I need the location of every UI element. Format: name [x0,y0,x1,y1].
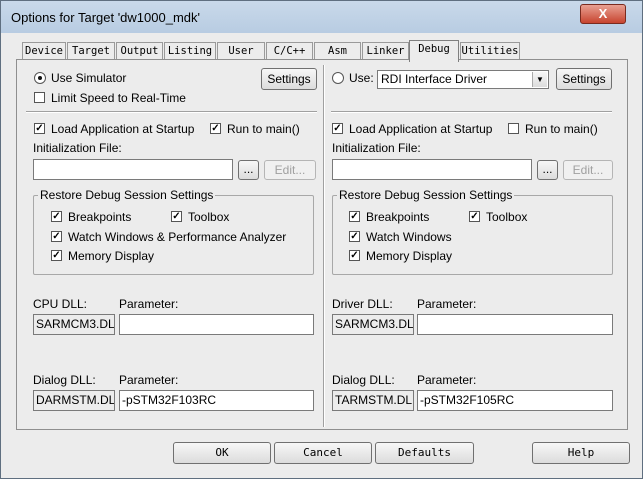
driver-dll-field[interactable]: SARMCM3.DLL [332,314,414,335]
tab-utilities[interactable]: Utilities [460,42,520,59]
cpu-parameter-field[interactable] [119,314,314,335]
left-watch-checkbox[interactable]: ✓ [51,231,62,242]
left-dialog-dll-label: Dialog DLL: [33,373,96,387]
defaults-button[interactable]: Defaults [375,442,474,464]
cpu-dll-label: CPU DLL: [33,297,88,311]
left-separator [26,111,317,113]
right-load-app-label: Load Application at Startup [349,122,493,136]
right-run-to-main-checkbox[interactable] [508,123,519,134]
left-init-file-label: Initialization File: [33,141,122,155]
right-breakpoints-checkbox[interactable]: ✓ [349,211,360,222]
chevron-down-icon[interactable]: ▼ [532,72,547,87]
close-button[interactable]: X [580,4,626,24]
tab-output[interactable]: Output [116,42,163,59]
right-load-app-checkbox[interactable]: ✓ [332,123,343,134]
ok-button[interactable]: OK [173,442,271,464]
left-init-file-input[interactable] [33,159,233,180]
cancel-button[interactable]: Cancel [274,442,372,464]
left-breakpoints-checkbox[interactable]: ✓ [51,211,62,222]
title-bar[interactable]: Options for Target 'dw1000_mdk' X [1,1,642,33]
right-toolbox-label: Toolbox [486,210,528,224]
driver-select-value: RDI Interface Driver [381,72,488,86]
use-driver-radio[interactable] [332,72,344,84]
options-dialog: Options for Target 'dw1000_mdk' X Device… [0,0,643,479]
right-memory-checkbox[interactable]: ✓ [349,250,360,261]
tab-user[interactable]: User [217,42,265,59]
tab-linker[interactable]: Linker [362,42,409,59]
use-simulator-radio[interactable] [34,72,46,84]
limit-speed-label: Limit Speed to Real-Time [51,91,186,105]
left-toolbox-checkbox[interactable]: ✓ [171,211,182,222]
tab-c-cpp[interactable]: C/C++ [266,42,313,59]
right-breakpoints-label: Breakpoints [366,210,430,224]
left-settings-button[interactable]: Settings [261,68,317,90]
radio-selected-dot [38,76,42,80]
right-watch-label: Watch Windows [366,230,452,244]
driver-select[interactable]: RDI Interface Driver ▼ [377,70,549,89]
right-init-file-label: Initialization File: [332,141,421,155]
tab-asm[interactable]: Asm [314,42,361,59]
right-settings-button[interactable]: Settings [556,68,612,90]
tab-device[interactable]: Device [22,42,66,59]
left-memory-checkbox[interactable]: ✓ [51,250,62,261]
right-watch-checkbox[interactable]: ✓ [349,231,360,242]
right-dialog-dll-field[interactable]: TARMSTM.DLL [332,390,414,411]
left-dialog-parameter-label: Parameter: [119,373,179,387]
cpu-parameter-label: Parameter: [119,297,179,311]
right-separator [331,111,612,113]
right-browse-button[interactable]: ... [537,160,558,180]
left-memory-label: Memory Display [68,249,155,263]
right-init-file-input[interactable] [332,159,532,180]
left-run-to-main-checkbox[interactable]: ✓ [210,123,221,134]
use-simulator-label: Use Simulator [51,71,127,85]
right-toolbox-checkbox[interactable]: ✓ [469,211,480,222]
right-dialog-parameter-label: Parameter: [417,373,477,387]
driver-dll-label: Driver DLL: [332,297,393,311]
left-edit-button[interactable]: Edit... [264,160,316,180]
window-title: Options for Target 'dw1000_mdk' [11,10,200,25]
tab-debug[interactable]: Debug [409,40,459,62]
driver-parameter-field[interactable] [417,314,613,335]
tab-target[interactable]: Target [67,42,115,59]
help-button[interactable]: Help [532,442,630,464]
right-dialog-dll-label: Dialog DLL: [332,373,395,387]
left-watch-label: Watch Windows & Performance Analyzer [68,230,287,244]
left-dialog-parameter-field[interactable]: -pSTM32F103RC [119,390,314,411]
right-memory-label: Memory Display [366,249,453,263]
use-driver-label: Use: [349,71,374,85]
right-restore-group-label: Restore Debug Session Settings [337,188,515,202]
cpu-dll-field[interactable]: SARMCM3.DLL [33,314,115,335]
left-load-app-label: Load Application at Startup [51,122,195,136]
right-edit-button[interactable]: Edit... [563,160,613,180]
left-run-to-main-label: Run to main() [227,122,300,136]
limit-speed-checkbox[interactable] [34,92,45,103]
left-load-app-checkbox[interactable]: ✓ [34,123,45,134]
column-divider [323,65,325,427]
left-browse-button[interactable]: ... [238,160,259,180]
right-run-to-main-label: Run to main() [525,122,598,136]
left-restore-group-label: Restore Debug Session Settings [38,188,216,202]
left-dialog-dll-field[interactable]: DARMSTM.DLL [33,390,115,411]
right-dialog-parameter-field[interactable]: -pSTM32F105RC [417,390,613,411]
left-breakpoints-label: Breakpoints [68,210,132,224]
left-toolbox-label: Toolbox [188,210,230,224]
driver-parameter-label: Parameter: [417,297,477,311]
tab-listing[interactable]: Listing [164,42,216,59]
